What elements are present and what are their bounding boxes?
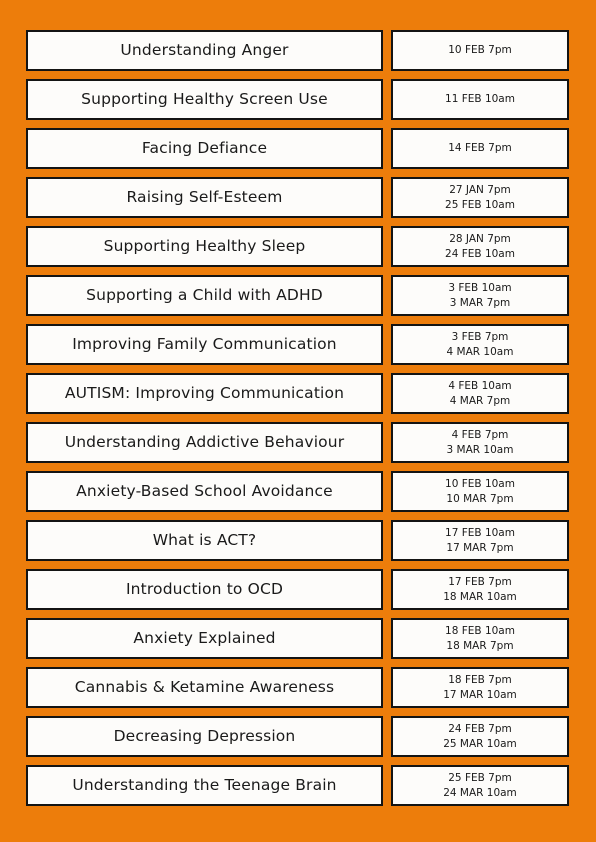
workshop-dates-cell: 24 FEB 7pm 25 MAR 10am [391,716,569,757]
workshop-date: 3 FEB 7pm [451,330,509,343]
schedule-row: Understanding Anger 10 FEB 7pm [26,30,569,71]
workshop-date: 18 FEB 10am [445,624,515,637]
schedule-row: Anxiety Explained 18 FEB 10am 18 MAR 7pm [26,618,569,659]
workshop-dates-cell: 18 FEB 7pm 17 MAR 10am [391,667,569,708]
workshop-title-cell: Introduction to OCD [26,569,383,610]
workshop-title-cell: Raising Self-Esteem [26,177,383,218]
workshop-title: Improving Family Communication [72,334,337,353]
workshop-date: 17 FEB 10am [445,526,515,539]
schedule-row: Supporting Healthy Screen Use 11 FEB 10am [26,79,569,120]
schedule-row: Cannabis & Ketamine Awareness 18 FEB 7pm 1… [26,667,569,708]
workshop-date: 24 FEB 10am [445,247,515,260]
workshop-date: 10 FEB 10am [445,477,515,490]
workshop-title: Supporting Healthy Screen Use [81,89,328,108]
workshop-title-cell: Understanding Anger [26,30,383,71]
workshop-title: Introduction to OCD [125,579,284,598]
workshop-dates-cell: 4 FEB 10am 4 MAR 7pm [391,373,569,414]
workshop-title: Anxiety Explained [133,628,276,647]
workshop-date: 3 MAR 7pm [449,296,511,309]
workshop-title: Supporting Healthy Sleep [103,236,306,255]
workshop-dates-cell: 17 FEB 10am 17 MAR 7pm [391,520,569,561]
schedule-row: Anxiety-Based School Avoidance 10 FEB 10a… [26,471,569,512]
workshop-date: 18 FEB 7pm [448,673,512,686]
workshop-title: Raising Self-Esteem [126,187,283,206]
workshop-title-cell: Supporting a Child with ADHD [26,275,383,316]
workshop-schedule-list: Understanding Anger 10 FEB 7pm Supporting … [26,30,569,806]
workshop-date: 18 MAR 10am [443,590,517,603]
workshop-date: 3 FEB 10am [448,281,512,294]
workshop-title-cell: Decreasing Depression [26,716,383,757]
workshop-date: 14 FEB 7pm [448,142,512,155]
workshop-date: 18 MAR 7pm [446,639,514,652]
workshop-title: Understanding Addictive Behaviour [64,432,345,451]
workshop-date: 4 MAR 7pm [449,394,511,407]
workshop-title-cell: Facing Defiance [26,128,383,169]
workshop-dates-cell: 4 FEB 7pm 3 MAR 10am [391,422,569,463]
workshop-dates-cell: 25 FEB 7pm 24 MAR 10am [391,765,569,806]
workshop-dates-cell: 18 FEB 10am 18 MAR 7pm [391,618,569,659]
workshop-title-cell: Anxiety-Based School Avoidance [26,471,383,512]
workshop-title: Anxiety-Based School Avoidance [76,481,333,500]
workshop-date: 4 MAR 10am [446,345,514,358]
workshop-date: 17 MAR 10am [443,688,517,701]
workshop-title: Supporting a Child with ADHD [86,285,323,304]
workshop-date: 27 JAN 7pm [449,183,511,196]
workshop-title: Understanding the Teenage Brain [72,775,337,794]
workshop-title-cell: Cannabis & Ketamine Awareness [26,667,383,708]
workshop-title: Facing Defiance [141,138,268,157]
workshop-dates-cell: 3 FEB 10am 3 MAR 7pm [391,275,569,316]
schedule-row: Improving Family Communication 3 FEB 7pm 4… [26,324,569,365]
workshop-date: 17 MAR 7pm [446,541,514,554]
workshop-title-cell: Anxiety Explained [26,618,383,659]
workshop-date: 10 MAR 7pm [446,492,514,505]
workshop-date: 25 MAR 10am [443,737,517,750]
schedule-row: Understanding the Teenage Brain 25 FEB 7p… [26,765,569,806]
workshop-date: 25 FEB 10am [445,198,515,211]
workshop-title-cell: Supporting Healthy Screen Use [26,79,383,120]
workshop-date: 24 FEB 7pm [448,722,512,735]
workshop-dates-cell: 17 FEB 7pm 18 MAR 10am [391,569,569,610]
workshop-date: 4 FEB 7pm [451,428,509,441]
workshop-dates-cell: 10 FEB 10am 10 MAR 7pm [391,471,569,512]
workshop-title: Understanding Anger [120,40,289,59]
schedule-row: Understanding Addictive Behaviour 4 FEB 7… [26,422,569,463]
poster-canvas: Understanding Anger 10 FEB 7pm Supporting … [0,0,596,842]
schedule-row: Raising Self-Esteem 27 JAN 7pm 25 FEB 10am [26,177,569,218]
workshop-dates-cell: 10 FEB 7pm [391,30,569,71]
schedule-row: Facing Defiance 14 FEB 7pm [26,128,569,169]
schedule-row: What is ACT? 17 FEB 10am 17 MAR 7pm [26,520,569,561]
workshop-title-cell: Understanding the Teenage Brain [26,765,383,806]
workshop-date: 11 FEB 10am [445,93,515,106]
schedule-row: Introduction to OCD 17 FEB 7pm 18 MAR 10am [26,569,569,610]
workshop-title-cell: Supporting Healthy Sleep [26,226,383,267]
schedule-row: AUTISM: Improving Communication 4 FEB 10a… [26,373,569,414]
workshop-dates-cell: 27 JAN 7pm 25 FEB 10am [391,177,569,218]
workshop-date: 17 FEB 7pm [448,575,512,588]
workshop-date: 10 FEB 7pm [448,44,512,57]
workshop-title: Decreasing Depression [113,726,296,745]
workshop-date: 3 MAR 10am [446,443,514,456]
schedule-row: Supporting Healthy Sleep 28 JAN 7pm 24 FEB… [26,226,569,267]
workshop-date: 4 FEB 10am [448,379,512,392]
workshop-dates-cell: 28 JAN 7pm 24 FEB 10am [391,226,569,267]
schedule-row: Decreasing Depression 24 FEB 7pm 25 MAR 10… [26,716,569,757]
workshop-title-cell: What is ACT? [26,520,383,561]
workshop-title: Cannabis & Ketamine Awareness [74,677,335,696]
workshop-dates-cell: 3 FEB 7pm 4 MAR 10am [391,324,569,365]
schedule-row: Supporting a Child with ADHD 3 FEB 10am 3 … [26,275,569,316]
workshop-date: 25 FEB 7pm [448,771,512,784]
workshop-dates-cell: 11 FEB 10am [391,79,569,120]
workshop-title-cell: Improving Family Communication [26,324,383,365]
workshop-title-cell: AUTISM: Improving Communication [26,373,383,414]
workshop-title: AUTISM: Improving Communication [64,383,345,402]
workshop-date: 28 JAN 7pm [449,232,511,245]
workshop-dates-cell: 14 FEB 7pm [391,128,569,169]
workshop-date: 24 MAR 10am [443,786,517,799]
workshop-title-cell: Understanding Addictive Behaviour [26,422,383,463]
workshop-title: What is ACT? [152,530,257,549]
